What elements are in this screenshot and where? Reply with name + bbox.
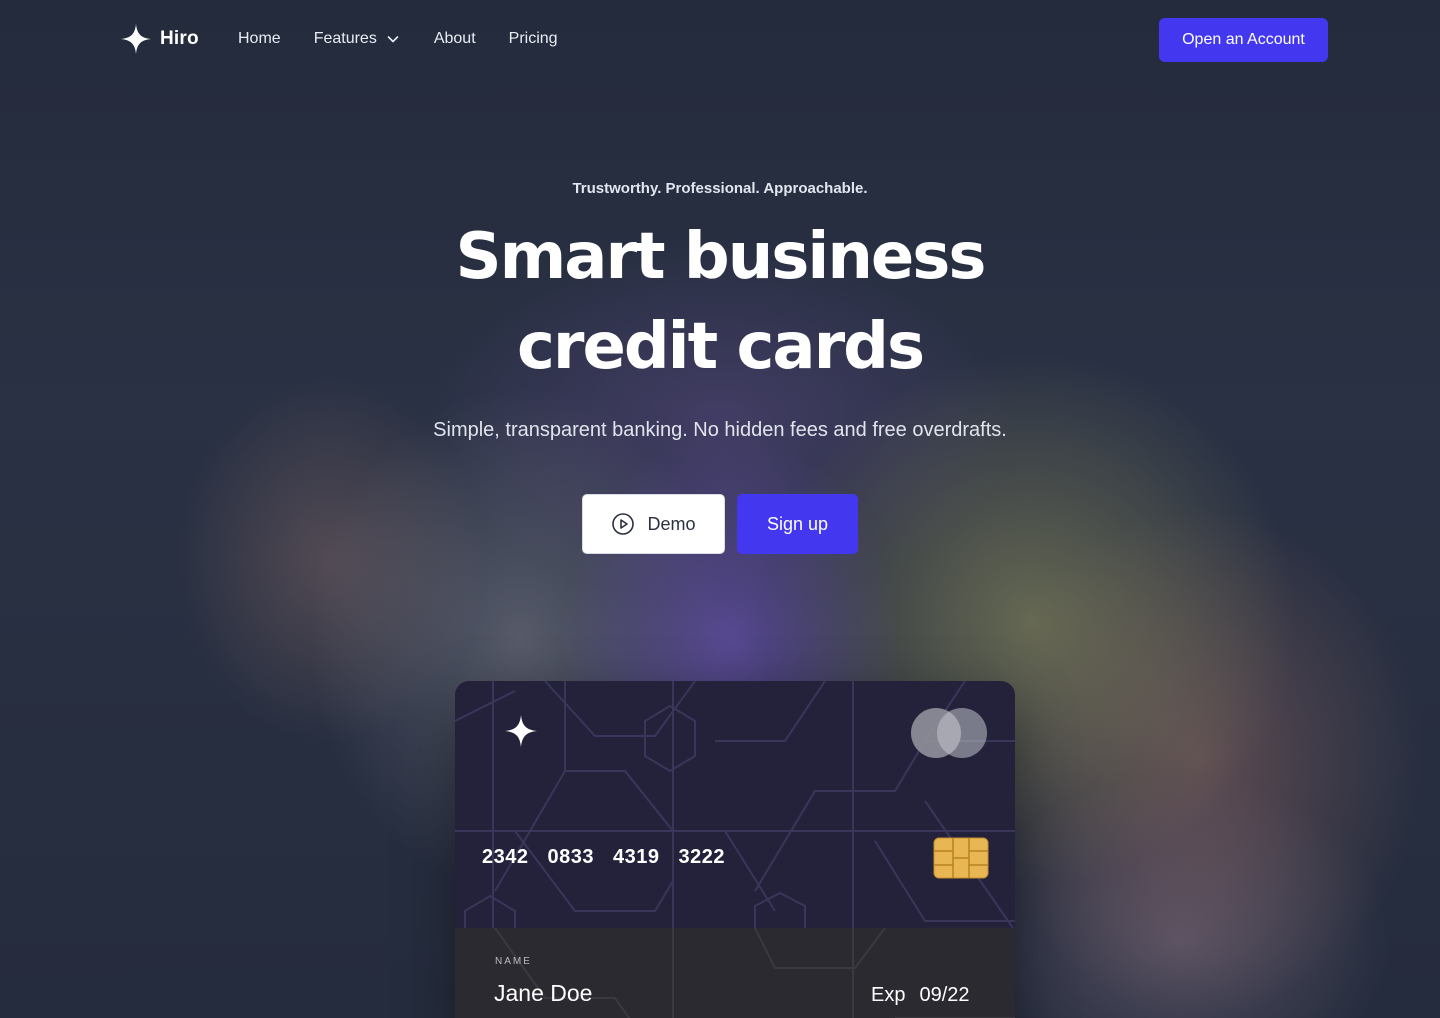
open-account-button[interactable]: Open an Account <box>1159 18 1328 62</box>
play-circle-icon <box>612 513 635 535</box>
nav-link-features-label: Features <box>313 30 377 47</box>
hero-headline-line-1: Smart business <box>455 220 987 294</box>
star-logo-icon <box>505 715 537 747</box>
brand-name: Hiro <box>160 28 199 49</box>
card-number-group: 3222 <box>678 846 725 868</box>
card-network-icon <box>911 708 987 758</box>
top-navigation: Hiro Home Features About Pricing Open an… <box>0 0 1440 80</box>
nav-link-home[interactable]: Home <box>238 30 281 48</box>
nav-link-pricing[interactable]: Pricing <box>509 30 558 48</box>
card-exp-value: 09/22 <box>919 984 970 1006</box>
card-expiry: Exp 09/22 <box>871 984 970 1007</box>
card-exp-label: Exp <box>871 984 906 1006</box>
nav-links: Home Features About Pricing <box>238 30 558 48</box>
hero-subtitle: Simple, transparent banking. No hidden f… <box>433 419 1007 441</box>
nav-link-about[interactable]: About <box>434 30 476 48</box>
card-number: 2342 0833 4319 3222 <box>482 846 725 869</box>
chevron-down-icon <box>385 31 401 47</box>
card-number-group: 0833 <box>547 846 594 868</box>
brand-logo[interactable]: Hiro <box>121 24 199 54</box>
hero-tagline: Trustworthy. Professional. Approachable. <box>572 180 868 197</box>
chip-icon <box>933 837 989 879</box>
sign-up-button[interactable]: Sign up <box>737 494 858 554</box>
card-number-group: 2342 <box>482 846 529 868</box>
demo-button-label: Demo <box>647 513 696 534</box>
credit-card: 2342 0833 4319 3222 NAME Jane Doe Exp 09… <box>455 681 1015 1018</box>
card-holder-name: Jane Doe <box>494 980 593 1006</box>
hero-headline-line-2: credit cards <box>516 310 925 384</box>
nav-link-features[interactable]: Features <box>314 30 401 48</box>
demo-button[interactable]: Demo <box>582 494 725 554</box>
star-logo-icon <box>121 24 151 54</box>
card-number-group: 4319 <box>613 846 660 868</box>
card-name-label: NAME <box>495 956 532 967</box>
hero-headline: Smart business credit cards <box>0 212 1440 392</box>
